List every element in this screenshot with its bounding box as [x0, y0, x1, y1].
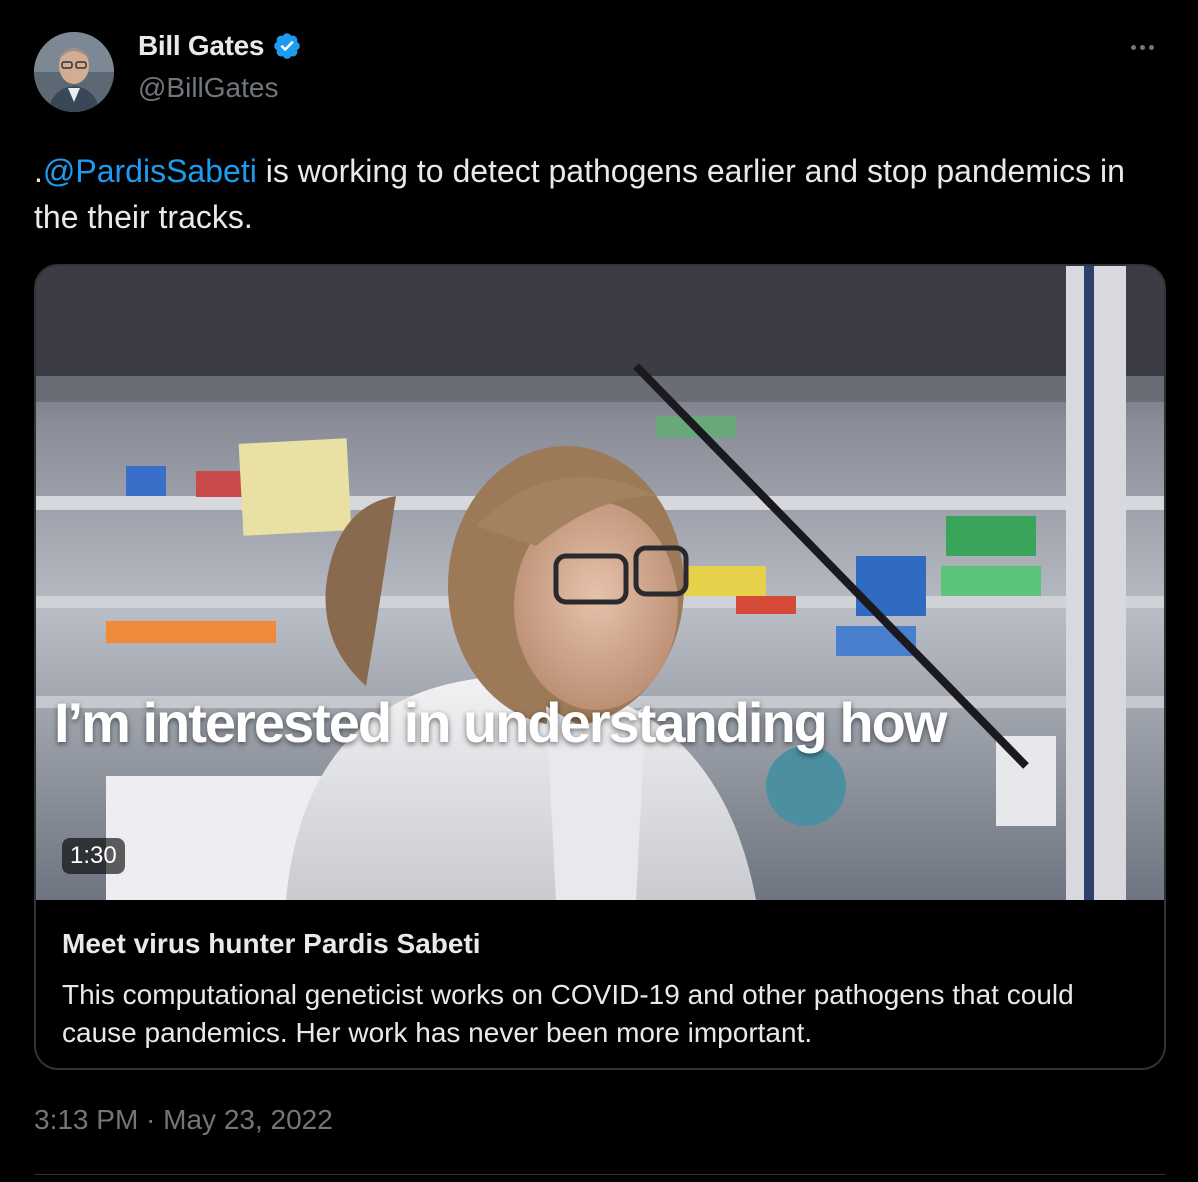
video-player[interactable]: I’m interested in understanding how 1:30 — [36, 266, 1164, 900]
link-card[interactable]: I’m interested in understanding how 1:30… — [34, 264, 1166, 1070]
tweet-text: .@PardisSabeti is working to detect path… — [34, 148, 1144, 240]
video-thumbnail — [36, 266, 1164, 900]
author-handle[interactable]: @BillGates — [138, 72, 278, 104]
tweet: Bill Gates @BillGates .@PardisSabeti is … — [0, 0, 1198, 1182]
verified-badge-icon[interactable] — [272, 31, 302, 61]
card-title: Meet virus hunter Pardis Sabeti — [62, 928, 481, 959]
author-name-row[interactable]: Bill Gates — [138, 30, 302, 62]
tweet-text-prefix: . — [34, 153, 43, 189]
mention-link[interactable]: @PardisSabeti — [43, 153, 257, 189]
video-duration-badge: 1:30 — [62, 838, 125, 874]
avatar[interactable] — [34, 32, 114, 112]
tweet-timestamp[interactable]: 3:13 PM · May 23, 2022 — [34, 1104, 333, 1136]
video-caption: I’m interested in understanding how — [54, 691, 947, 754]
divider — [34, 1174, 1166, 1175]
card-description: This computational geneticist works on C… — [62, 979, 1074, 1048]
more-options-icon[interactable] — [1122, 32, 1162, 62]
author-name[interactable]: Bill Gates — [138, 30, 264, 62]
